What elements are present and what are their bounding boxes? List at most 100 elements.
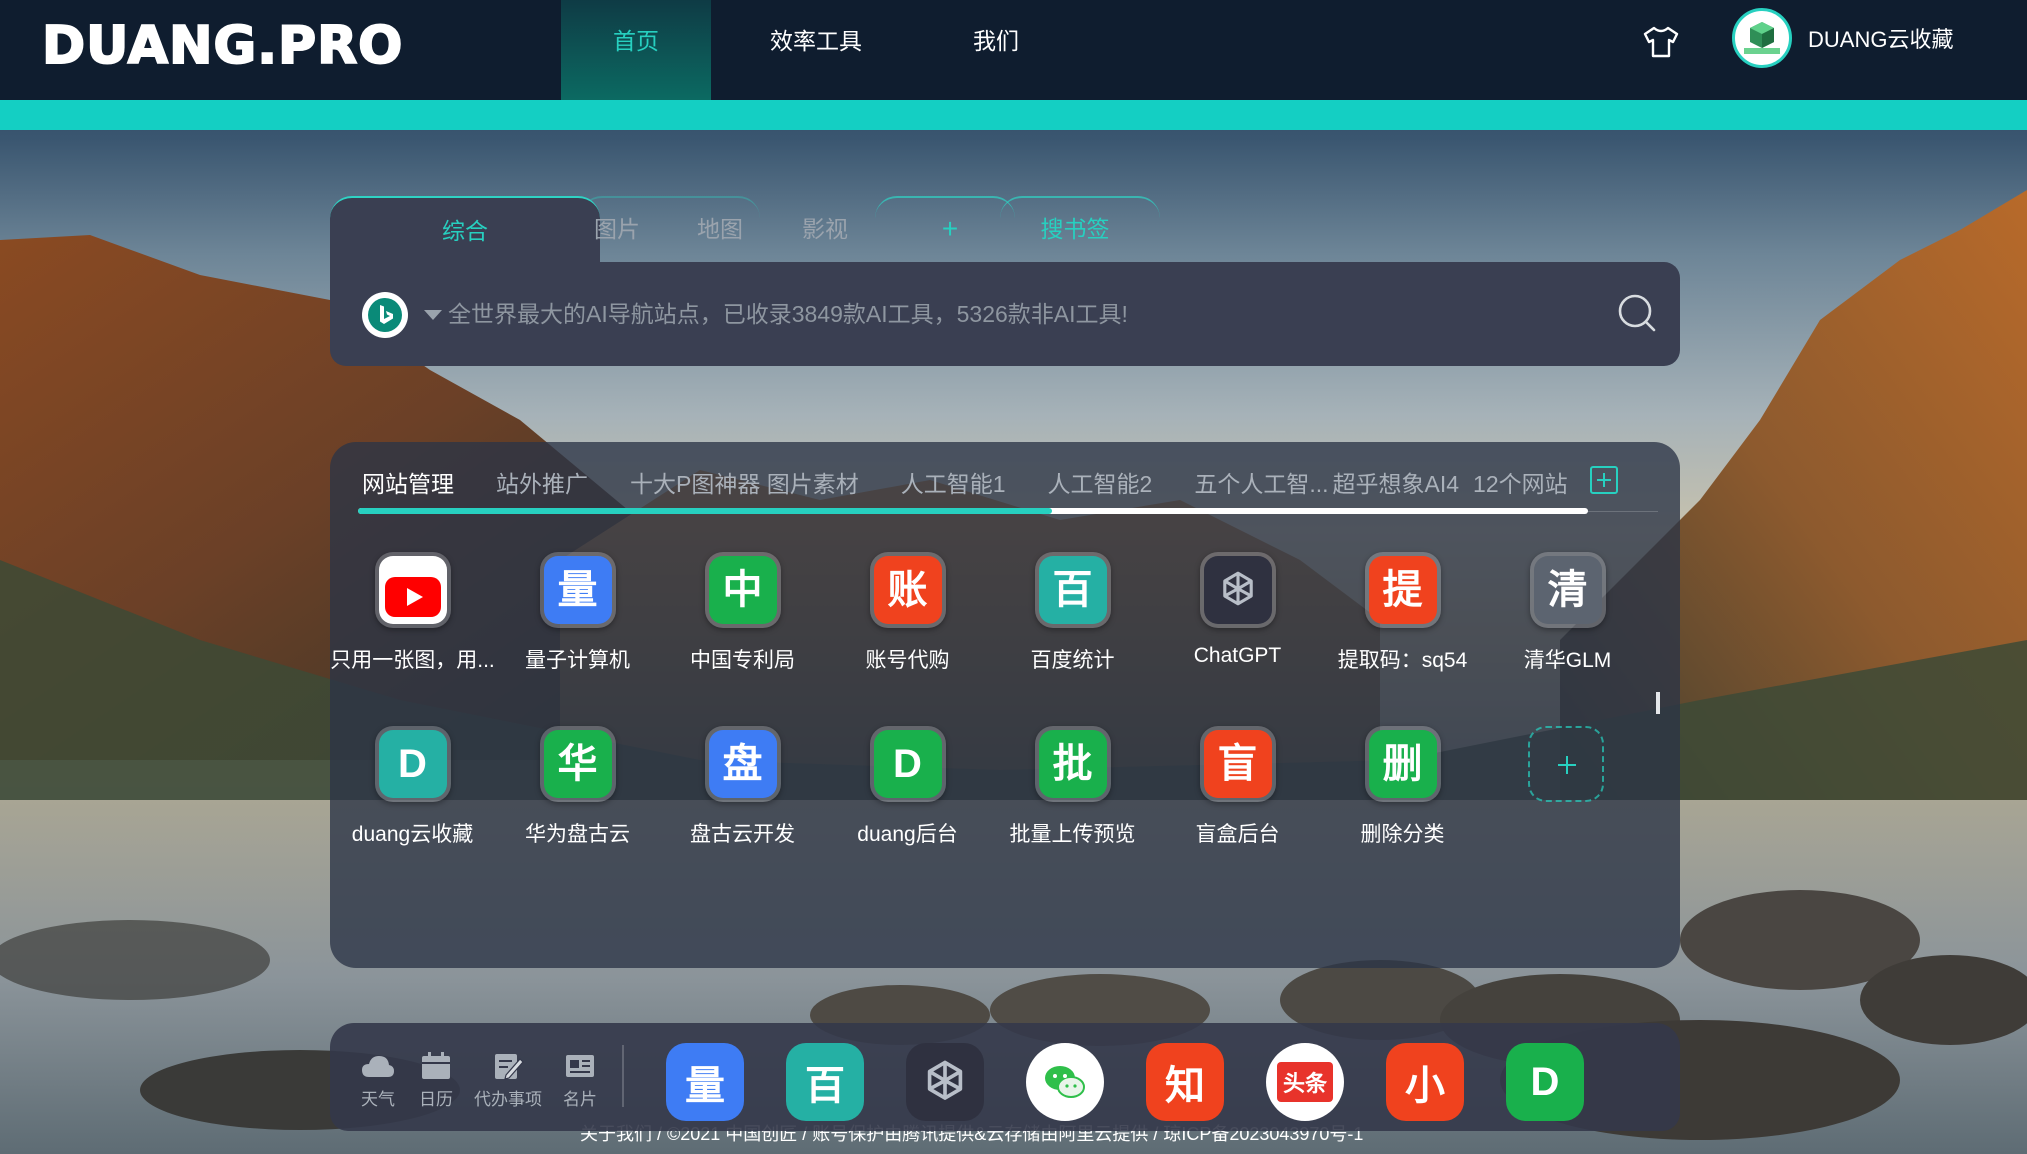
search-engine-button[interactable] (362, 292, 408, 338)
search-input[interactable] (448, 288, 1498, 340)
text-icon[interactable]: 提 (1364, 552, 1441, 628)
site-logo[interactable]: DUANG.PRO (41, 15, 403, 77)
youtube-icon (384, 577, 441, 617)
calendar-icon (422, 1052, 450, 1079)
site-icon-face (1203, 556, 1272, 624)
text-icon[interactable]: 批 (1034, 726, 1111, 802)
text-icon[interactable]: 盘 (704, 726, 781, 802)
tshirt-icon[interactable] (1641, 22, 1681, 62)
text-icon[interactable]: 删 (1364, 726, 1441, 802)
site-name: 中国专利局 (690, 649, 795, 672)
bookmark-tab-promo[interactable]: 站外推广 (496, 464, 588, 504)
tool-card[interactable]: 名片 (552, 1051, 608, 1110)
site-tile[interactable]: 批批量上传预览 (990, 726, 1155, 848)
site-tile[interactable]: 盘盘古云开发 (660, 726, 825, 848)
openai-icon[interactable] (906, 1043, 984, 1121)
search-tab-bookmarks[interactable]: 搜书签 (1020, 196, 1130, 262)
site-name: 盘古云开发 (690, 823, 795, 846)
search-tab-images[interactable]: 图片 (582, 196, 652, 262)
text-icon[interactable]: 清 (1529, 552, 1606, 628)
site-icon-face: 批 (1038, 730, 1107, 798)
bookmark-panel: 网站管理 站外推广 十大P图神器 图片素材 人工智能1 人工智能2 五个人工智.… (330, 442, 1680, 968)
text-icon[interactable]: 中 (704, 552, 781, 628)
site-tile[interactable]: ChatGPT (1155, 552, 1320, 668)
site-icon-face: 盘 (708, 730, 777, 798)
text-icon[interactable]: 华 (539, 726, 616, 802)
search-tab-maps[interactable]: 地图 (685, 196, 755, 262)
bookmark-tab-ai2[interactable]: 人工智能2 (1048, 464, 1153, 504)
site-name: 百度统计 (1030, 649, 1115, 672)
bookmark-tab-ai-five[interactable]: 五个人工智... (1194, 464, 1328, 504)
search-tab-add[interactable]: + (910, 196, 990, 262)
site-tile[interactable]: 提提取码：sq54 (1320, 552, 1485, 674)
wechat-icon[interactable] (1026, 1043, 1104, 1121)
dock-app-6[interactable]: 小 (1386, 1043, 1464, 1121)
tool-calendar[interactable]: 日历 (408, 1051, 464, 1110)
site-tile[interactable]: 账账号代购 (825, 552, 990, 674)
site-icon-face: 中 (708, 556, 777, 624)
bookmark-tab-ai1[interactable]: 人工智能1 (901, 464, 1006, 504)
site-icon-face: 华 (543, 730, 612, 798)
search-icon[interactable] (1614, 290, 1660, 336)
tab-scroll-thumb[interactable] (358, 508, 1052, 514)
site-name: 华为盘古云 (525, 823, 630, 846)
main-nav: 首页 效率工具 我们 (561, 0, 1071, 100)
site-name: 删除分类 (1360, 823, 1445, 846)
site-name: 只用一张图，用... (330, 649, 495, 672)
openai-icon (1222, 571, 1253, 606)
site-tile[interactable]: 百百度统计 (990, 552, 1155, 674)
dock-app-4[interactable]: 知 (1146, 1043, 1224, 1121)
text-icon[interactable]: 盲 (1199, 726, 1276, 802)
dock-divider (622, 1045, 624, 1107)
dock-app-7[interactable]: D (1506, 1043, 1584, 1121)
text-icon[interactable]: 百 (1034, 552, 1111, 628)
nav-item-home[interactable]: 首页 (561, 0, 711, 100)
bookmark-tab-12-sites[interactable]: 12个网站 (1473, 464, 1568, 504)
search-tab-video[interactable]: 影视 (790, 196, 860, 262)
site-name: 提取码：sq54 (1337, 649, 1468, 672)
site-name: 量子计算机 (525, 649, 630, 672)
avatar[interactable] (1732, 8, 1792, 68)
dock-app-1[interactable]: 百 (786, 1043, 864, 1121)
search-tab-all[interactable]: 综合 (330, 196, 600, 262)
tool-weather[interactable]: 天气 (350, 1051, 406, 1110)
site-tile[interactable]: 华华为盘古云 (495, 726, 660, 848)
site-tile[interactable]: 盲盲盒后台 (1155, 726, 1320, 848)
bookmark-tab-ai4[interactable]: 超乎想象AI4 (1333, 464, 1460, 504)
toutiao-label: 头条 (1276, 1062, 1333, 1102)
user-name[interactable]: DUANG云收藏 (1808, 22, 1953, 54)
user-profile[interactable]: DUANG云收藏 (1732, 8, 1953, 68)
tool-todo-label: 代办事项 (474, 1090, 542, 1109)
add-site-icon[interactable] (1528, 726, 1604, 802)
openai-icon[interactable] (1199, 552, 1276, 628)
bookmark-tab-site-admin[interactable]: 网站管理 (362, 464, 454, 504)
site-icon-face: 清 (1533, 556, 1602, 624)
site-tile[interactable]: 只用一张图，用... (330, 552, 495, 674)
openai-icon (927, 1060, 963, 1100)
site-tile[interactable]: 清清华GLM (1485, 552, 1650, 674)
nav-item-about[interactable]: 我们 (921, 0, 1071, 100)
text-icon[interactable]: 量 (539, 552, 616, 628)
toutiao-icon[interactable]: 头条 (1266, 1043, 1344, 1121)
text-icon[interactable]: D (374, 726, 451, 802)
panel-scrollbar[interactable] (1656, 692, 1660, 714)
site-tile[interactable]: 量量子计算机 (495, 552, 660, 674)
nav-item-tools[interactable]: 效率工具 (711, 0, 921, 100)
cube-logo-icon (1744, 22, 1780, 54)
site-name: 清华GLM (1523, 649, 1612, 672)
dock-app-0[interactable]: 量 (666, 1043, 744, 1121)
site-tile[interactable]: Dduang云收藏 (330, 726, 495, 848)
tool-todo[interactable]: 代办事项 (466, 1051, 550, 1110)
youtube-icon[interactable] (374, 552, 451, 628)
text-icon[interactable]: 账 (869, 552, 946, 628)
text-icon[interactable]: D (869, 726, 946, 802)
bookmark-tab-photo-tools[interactable]: 十大P图神器 图片素材 (630, 464, 859, 504)
site-tile[interactable]: Dduang后台 (825, 726, 990, 848)
chevron-down-icon[interactable] (424, 310, 442, 320)
site-icon-face: D (873, 730, 942, 798)
site-tile[interactable]: 中中国专利局 (660, 552, 825, 674)
add-tab-icon[interactable] (1590, 466, 1618, 494)
site-tile[interactable]: 删删除分类 (1320, 726, 1485, 848)
site-icon-face: 删 (1368, 730, 1437, 798)
site-icon-face: 百 (1038, 556, 1107, 624)
